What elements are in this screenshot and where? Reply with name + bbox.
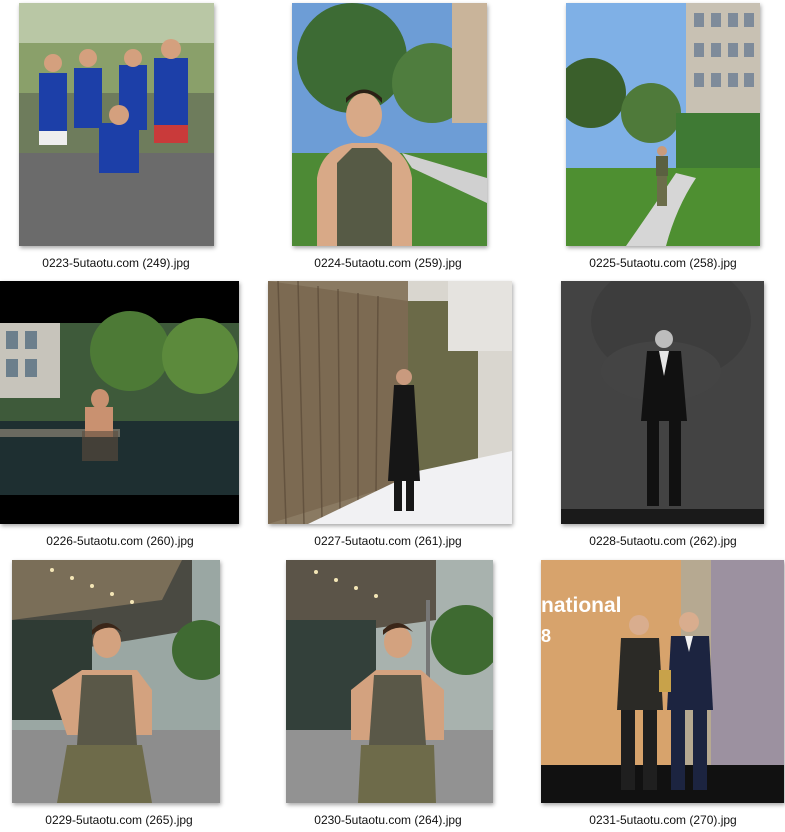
- image-thumbnail[interactable]: [268, 281, 512, 524]
- image-thumbnail[interactable]: national 8: [541, 560, 784, 803]
- file-tile[interactable]: 0227-5utaotu.com (261).jpg: [262, 278, 524, 553]
- file-name[interactable]: 0228-5utaotu.com (262).jpg: [533, 534, 785, 548]
- stage-banner-text: national: [541, 594, 622, 617]
- image-thumbnail[interactable]: [566, 3, 760, 246]
- file-name[interactable]: 0224-5utaotu.com (259).jpg: [258, 256, 518, 270]
- stage-banner-digit: 8: [541, 626, 551, 646]
- image-thumbnail[interactable]: [12, 560, 220, 803]
- image-thumbnail[interactable]: [561, 281, 764, 524]
- image-thumbnail[interactable]: [0, 281, 239, 524]
- file-name[interactable]: 0230-5utaotu.com (264).jpg: [258, 813, 518, 827]
- image-thumbnail[interactable]: [292, 3, 487, 246]
- file-tile[interactable]: 0223-5utaotu.com (249).jpg: [0, 0, 262, 275]
- file-name[interactable]: 0226-5utaotu.com (260).jpg: [0, 534, 250, 548]
- file-tile[interactable]: 0230-5utaotu.com (264).jpg: [262, 557, 524, 832]
- file-name[interactable]: 0223-5utaotu.com (249).jpg: [0, 256, 246, 270]
- file-tile[interactable]: 0224-5utaotu.com (259).jpg: [262, 0, 524, 275]
- file-tile[interactable]: 0229-5utaotu.com (265).jpg: [0, 557, 262, 832]
- file-tile[interactable]: 0225-5utaotu.com (258).jpg: [524, 0, 785, 275]
- image-thumbnail[interactable]: [286, 560, 493, 803]
- file-name[interactable]: 0225-5utaotu.com (258).jpg: [533, 256, 785, 270]
- file-name[interactable]: 0227-5utaotu.com (261).jpg: [258, 534, 518, 548]
- file-name[interactable]: 0231-5utaotu.com (270).jpg: [533, 813, 785, 827]
- file-tile[interactable]: national 8 0231-5utaotu.com (270).jpg: [524, 557, 785, 832]
- file-tile[interactable]: 0226-5utaotu.com (260).jpg: [0, 278, 262, 553]
- file-name[interactable]: 0229-5utaotu.com (265).jpg: [0, 813, 249, 827]
- image-thumbnail[interactable]: [19, 3, 214, 246]
- file-tile[interactable]: 0228-5utaotu.com (262).jpg: [524, 278, 785, 553]
